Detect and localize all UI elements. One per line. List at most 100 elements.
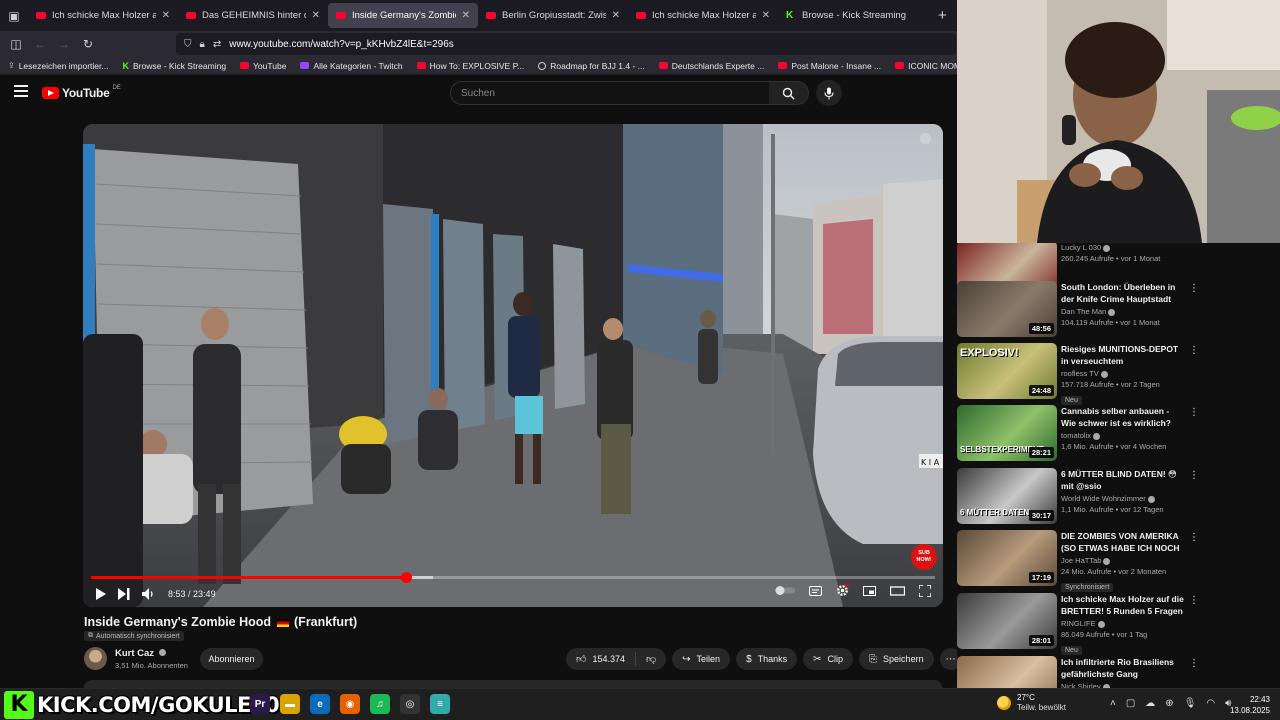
recommended-video[interactable]: 28:01 Ich schicke Max Holzer auf die BRET… [957,593,1280,655]
bookmark-item[interactable]: YouTube [240,61,286,71]
bookmark-item[interactable]: K Browse - Kick Streaming [122,61,226,71]
share-button[interactable]: ↪ Teilen [672,648,731,670]
channel-name[interactable]: RINGLIFE [1061,619,1185,628]
close-tab-icon[interactable]: ✕ [612,10,620,21]
video-thumbnail[interactable]: 28:01 [957,593,1057,649]
video-thumbnail[interactable] [957,656,1057,688]
tray-cloud-icon[interactable]: ☁ [1145,698,1155,709]
more-vertical-icon[interactable]: ⋮ [1189,470,1199,481]
miniplayer-button[interactable] [863,585,876,596]
bookmark-item[interactable]: Alle Kategorien - Twitch [300,61,403,71]
next-button[interactable] [118,587,130,600]
channel-name[interactable]: Joe HaTTab [1061,556,1185,565]
subtitles-button[interactable] [809,585,822,596]
recommended-video[interactable]: 48:56 South London: Überleben in der Knif… [957,281,1280,341]
channel-name-text[interactable]: RINGLIFE [1061,619,1096,628]
spotify-app-icon[interactable]: ♫ [370,694,390,714]
sidebar-toggle-icon[interactable]: ◫ [4,37,28,51]
browser-tab[interactable]: Ich schicke Max Holzer auf die B ✕ [628,3,778,28]
channel-name[interactable]: World Wide Wohnzimmer [1061,494,1185,503]
thanks-button[interactable]: $ Thanks [736,648,798,670]
subscribe-watermark[interactable]: SUB NOW! [911,544,937,570]
more-vertical-icon[interactable]: ⋮ [1189,595,1199,606]
wifi-icon[interactable]: ◠ [1206,698,1215,709]
dislike-button[interactable]: 👎︎ [636,648,666,670]
clip-button[interactable]: ✂ Clip [803,648,854,670]
bookmark-item[interactable]: Post Malone - Insane ... [778,61,881,71]
firefox-app-icon[interactable]: ◉ [340,694,360,714]
close-tab-icon[interactable]: ✕ [762,10,770,21]
video-title-link[interactable]: South London: Überleben in der Knife Cri… [1061,281,1185,305]
tray-network-icon[interactable]: ⊕ [1165,698,1173,709]
forward-button[interactable]: → [52,37,76,51]
theater-mode-button[interactable] [890,585,905,596]
system-clock[interactable]: 22:43 13.08.2025 [1230,694,1270,716]
volume-button[interactable] [142,587,154,600]
settings-button[interactable] [836,584,849,597]
tab-overview-icon[interactable]: ▣ [0,0,28,31]
voice-search-button[interactable] [816,80,842,106]
video-title-link[interactable]: Ich schicke Max Holzer auf die BRETTER! … [1061,593,1185,617]
bookmark-item[interactable]: Roadmap for BJJ 1.4 - ... [538,61,645,71]
hamburger-menu-icon[interactable] [14,85,28,97]
video-thumbnail[interactable]: SELBSTEXPERIMENT 28:21 [957,405,1057,461]
channel-name-text[interactable]: Kurt Caz [115,648,154,659]
bookmark-item[interactable]: How To: EXPLOSIVE P... [416,61,524,71]
lock-icon[interactable]: 🔒︎ [200,39,205,50]
channel-name-text[interactable]: World Wide Wohnzimmer [1061,494,1146,503]
notepad-app-icon[interactable]: ≡ [430,694,450,714]
fullscreen-button[interactable] [919,584,931,597]
video-thumbnail[interactable]: 48:56 [957,281,1057,337]
premiere-app-icon[interactable]: Pr [250,694,270,714]
channel-name-text[interactable]: Joe HaTTab [1061,556,1101,565]
more-vertical-icon[interactable]: ⋮ [1189,283,1199,294]
url-text[interactable]: www.youtube.com/watch?v=p_kKHvbZ4lE&t=29… [229,39,454,50]
browser-tab[interactable]: Ich schicke Max Holzer auf die B ✕ [28,3,178,28]
channel-name-text[interactable]: Lucky L 030 [1061,243,1101,252]
close-tab-icon[interactable]: ✕ [312,10,320,21]
search-input[interactable]: Suchen [450,81,770,105]
more-vertical-icon[interactable]: ⋮ [1189,345,1199,356]
bookmark-item[interactable]: ⇪ Lesezeichen importier... [8,61,108,71]
subscribe-button[interactable]: Abonnieren [200,648,263,670]
tray-mic-icon[interactable]: 🎙︎ [1184,698,1197,709]
edge-app-icon[interactable]: e [310,694,330,714]
channel-name[interactable]: roofless TV [1061,369,1185,378]
channel-name-text[interactable]: Dan The Man [1061,307,1106,316]
explorer-app-icon[interactable]: ▬ [280,694,300,714]
close-tab-icon[interactable]: ✕ [462,10,470,21]
new-tab-button[interactable]: + [938,7,947,24]
recommended-video[interactable]: SELBSTEXPERIMENT 28:21 Cannabis selber anb… [957,405,1280,465]
close-tab-icon[interactable]: ✕ [162,10,170,21]
shield-icon[interactable]: ⛉ [184,39,192,50]
bookmark-item[interactable]: ICONIC MOMENT Car... [895,61,957,71]
channel-avatar[interactable] [84,647,107,670]
progress-bar[interactable] [91,572,935,583]
channel-name[interactable]: Dan The Man [1061,307,1185,316]
video-thumbnail[interactable]: EXPLOSIV! 24:48 [957,343,1057,399]
back-button[interactable]: ← [28,37,52,51]
info-card-icon[interactable] [920,133,931,144]
browser-tab[interactable]: Inside Germany's Zombie Hood ✕ [328,3,478,28]
channel-name[interactable]: tomatolix [1061,431,1185,440]
browser-tab[interactable]: Das GEHEIMNIS hinter der ungl ✕ [178,3,328,28]
browser-tab[interactable]: Berlin Gropiusstadt: Zwischen S ✕ [478,3,628,28]
more-vertical-icon[interactable]: ⋮ [1189,658,1199,669]
video-thumbnail[interactable]: 17:19 [957,530,1057,586]
recommended-video[interactable]: EXPLOSIV! 24:48 Riesiges MUNITIONS-DEPOT i… [957,343,1280,405]
video-title-link[interactable]: DIE ZOMBIES VON AMERIKA (SO ETWAS HABE I… [1061,530,1185,554]
more-vertical-icon[interactable]: ⋮ [1189,532,1199,543]
video-thumbnail[interactable]: 6 MÜTTER DATEN 30:17 [957,468,1057,524]
video-title-link[interactable]: Riesiges MUNITIONS-DEPOT in verseuchtem … [1061,343,1185,367]
like-button[interactable]: 👍︎ 154.374 [566,648,635,670]
channel-name[interactable]: Kurt Caz [115,648,188,659]
reload-button[interactable]: ↻ [76,37,100,51]
bookmark-item[interactable]: Deutschlands Experte ... [658,61,764,71]
recommended-video[interactable]: 17:19 DIE ZOMBIES VON AMERIKA (SO ETWAS H… [957,530,1280,592]
video-title-link[interactable]: Ich infiltrierte Rio Brasiliens gefährli… [1061,656,1185,680]
recommended-video[interactable]: Ich infiltrierte Rio Brasiliens gefährli… [957,656,1280,688]
url-bar[interactable]: ⛉ 🔒︎ ⇄ www.youtube.com/watch?v=p_kKHvbZ4… [176,33,956,55]
tray-chevron-icon[interactable]: ˄ [1110,698,1116,709]
search-button[interactable] [769,81,809,105]
video-player[interactable]: K I A SUB NOW! 8:53 / 23:49 [83,124,943,607]
